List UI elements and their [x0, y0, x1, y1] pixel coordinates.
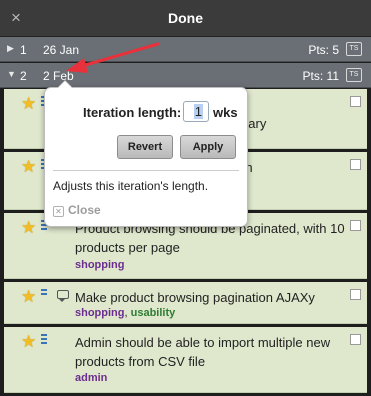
- story-item[interactable]: ★ Admin should be able to import multipl…: [4, 327, 367, 393]
- panel-header: × Done: [0, 0, 371, 37]
- panel-title: Done: [168, 10, 203, 26]
- popover-pointer: [57, 80, 73, 88]
- close-label: Close: [68, 203, 101, 217]
- comment-icon: [57, 290, 69, 302]
- star-icon[interactable]: ★: [21, 219, 36, 236]
- story-labels: admin: [75, 372, 107, 384]
- collapse-triangle-icon[interactable]: ▼: [7, 69, 16, 79]
- popover-help-text: Adjusts this iteration's length.: [53, 179, 209, 193]
- story-title: Admin should be able to import multiple …: [75, 335, 331, 369]
- story-checkbox[interactable]: [350, 289, 361, 300]
- team-strength-button[interactable]: TS: [346, 42, 362, 56]
- popover-close-button[interactable]: ✕ Close: [53, 203, 101, 217]
- team-strength-button[interactable]: TS: [346, 68, 362, 82]
- story-labels: shopping: [75, 259, 125, 271]
- label-tag[interactable]: admin: [75, 372, 107, 384]
- story-title: Make product browsing pagination AJAXy: [75, 290, 315, 305]
- iteration-points: Pts: 5: [308, 43, 339, 57]
- estimate-bars-icon[interactable]: [41, 289, 47, 297]
- story-item[interactable]: ★ Make product browsing pagination AJAXy…: [4, 282, 367, 324]
- iteration-length-label: Iteration length:: [83, 105, 182, 120]
- iteration-points: Pts: 11: [302, 69, 339, 83]
- iteration-number: 1: [20, 43, 27, 57]
- iteration-length-popover: Iteration length: 1 wks Revert Apply Adj…: [44, 80, 248, 227]
- revert-button[interactable]: Revert: [117, 135, 173, 159]
- apply-button[interactable]: Apply: [180, 135, 236, 159]
- story-checkbox[interactable]: [350, 159, 361, 170]
- iteration-length-input[interactable]: 1: [183, 101, 209, 122]
- story-checkbox[interactable]: [350, 220, 361, 231]
- story-labels: shopping, usability: [75, 307, 175, 319]
- label-tag[interactable]: shopping: [75, 307, 125, 319]
- story-checkbox[interactable]: [350, 334, 361, 345]
- story-checkbox[interactable]: [350, 96, 361, 107]
- label-tag[interactable]: shopping: [75, 259, 125, 271]
- label-tag[interactable]: usability: [131, 307, 176, 319]
- star-icon[interactable]: ★: [21, 95, 36, 112]
- iteration-row-2[interactable]: ▼ 2 2 Feb Pts: 11 TS: [0, 63, 371, 88]
- iteration-row-1[interactable]: ▶ 1 26 Jan Pts: 5 TS: [0, 37, 371, 62]
- iteration-number: 2: [20, 69, 27, 83]
- expand-triangle-icon[interactable]: ▶: [7, 43, 14, 54]
- length-units-label: wks: [213, 105, 238, 120]
- close-icon: ✕: [53, 206, 64, 217]
- star-icon[interactable]: ★: [21, 158, 36, 175]
- star-icon[interactable]: ★: [21, 288, 36, 305]
- popover-divider: [53, 170, 239, 171]
- estimate-bars-icon[interactable]: [41, 334, 47, 346]
- iteration-date: 26 Jan: [43, 43, 80, 57]
- star-icon[interactable]: ★: [21, 333, 36, 350]
